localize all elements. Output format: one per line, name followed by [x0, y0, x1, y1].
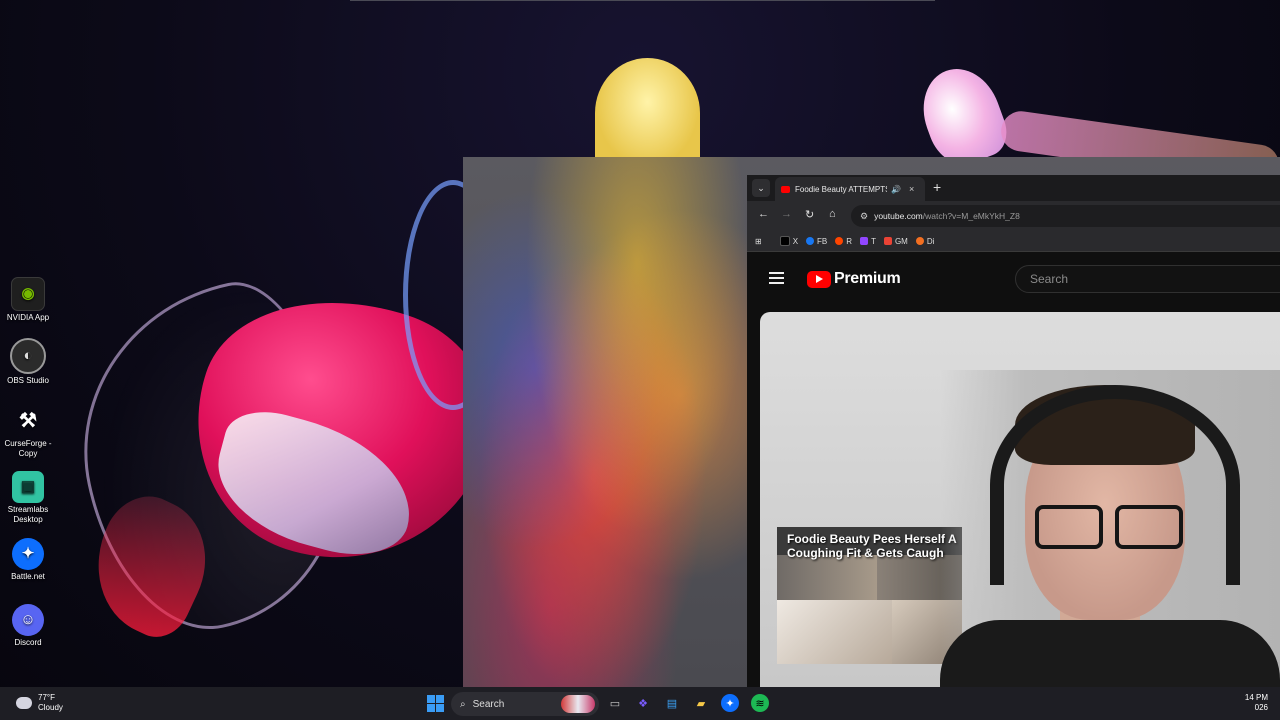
webcam-overlay: [940, 370, 1280, 720]
video-thumbnail[interactable]: Foodie Beauty Pees Herself A Coughing Fi…: [777, 527, 962, 664]
desktop-icon-label: Battle.net: [11, 572, 45, 581]
nvidia-icon: ◉: [11, 277, 45, 311]
blurred-window-glow: [463, 157, 753, 687]
tab-title: Foodie Beauty ATTEMPTS: [795, 184, 887, 194]
twitch-icon: [860, 237, 869, 245]
home-icon[interactable]: ⌂: [829, 208, 836, 220]
bookmark-facebook[interactable]: FB: [806, 237, 827, 246]
chevron-down-icon: ⌄: [757, 182, 765, 193]
thumbnail-title-line: Coughing Fit & Gets Caugh: [787, 546, 944, 560]
discord-icon: ☺: [12, 604, 44, 636]
search-icon: ⌕: [460, 698, 466, 710]
bookmark-label: X: [792, 236, 799, 246]
obs-icon: ◐: [10, 338, 46, 374]
youtube-header: Premium Search: [747, 252, 1280, 302]
youtube-favicon-icon: [781, 185, 790, 193]
desktop-icon-label: OBS Studio: [7, 376, 49, 385]
weather-condition: Cloudy: [38, 703, 63, 712]
back-arrow-icon[interactable]: ←: [758, 208, 769, 220]
spotify-icon[interactable]: ≋: [751, 694, 769, 712]
desktop-icon-label: CurseForge - Copy: [4, 439, 52, 458]
taskbar-search[interactable]: ⌕ Search: [451, 692, 599, 716]
site-settings-icon[interactable]: ⚙: [860, 211, 868, 222]
tab-strip: ⌄ Foodie Beauty ATTEMPTS 🔊 × +: [747, 175, 1280, 201]
tab-search-button[interactable]: ⌄: [752, 179, 770, 197]
youtube-premium-logo[interactable]: Premium: [807, 270, 901, 288]
gmail-icon: [883, 237, 892, 245]
desktop-icon-battlenet[interactable]: ✦ Battle.net: [2, 538, 54, 582]
bookmark-twitch[interactable]: T: [860, 237, 876, 246]
taskbar: 77°F Cloudy ⌕ Search ▭ ❖ ▤ ▰ ✦ ≋ 14 PM 0…: [0, 687, 1280, 720]
wallpaper-yellow-petal: [595, 58, 700, 168]
desktop-icon-label: Streamlabs Desktop: [7, 505, 49, 524]
forward-arrow-icon[interactable]: →: [781, 208, 792, 220]
address-host: youtube.com: [874, 211, 923, 221]
start-button[interactable]: [426, 694, 444, 712]
wallpaper-pink-petal: [911, 58, 1014, 173]
bookmark-label: GM: [894, 236, 908, 246]
glasses-icon: [1035, 505, 1185, 549]
tab-youtube[interactable]: Foodie Beauty ATTEMPTS 🔊 ×: [775, 177, 925, 201]
di-favicon-icon: [915, 237, 924, 245]
apps-grid-icon[interactable]: ⊞: [755, 237, 762, 246]
desktop-icon-discord[interactable]: ☺ Discord: [2, 604, 54, 648]
bookmark-label: T: [871, 236, 876, 246]
desktop-icon-obs[interactable]: ◐ OBS Studio: [2, 338, 54, 386]
close-icon[interactable]: ×: [909, 184, 914, 194]
youtube-search-placeholder: Search: [1030, 272, 1069, 286]
thumbnail-title: Foodie Beauty Pees Herself A Coughing Fi…: [787, 532, 962, 560]
bookmarks-bar: ⊞ X FB R T GM Di: [747, 231, 1280, 252]
streamlabs-icon: ▣: [12, 471, 44, 503]
bookmark-di[interactable]: Di: [915, 236, 935, 246]
system-clock[interactable]: 14 PM 026: [1245, 693, 1268, 713]
bookmark-x[interactable]: X: [779, 236, 799, 246]
bookmark-label: FB: [817, 236, 828, 246]
thumbnail-title-line: Foodie Beauty Pees Herself A: [787, 532, 957, 546]
search-highlight-art: [561, 695, 595, 713]
store-icon[interactable]: ▤: [663, 694, 681, 712]
screen-edge-line: [350, 0, 935, 1]
youtube-search-input[interactable]: Search: [1015, 265, 1280, 293]
bookmark-reddit[interactable]: R: [835, 237, 852, 246]
desktop-icon-nvidia[interactable]: ◉ NVIDIA App: [2, 277, 54, 323]
x-logo-icon: [779, 236, 790, 246]
weather-widget[interactable]: 77°F Cloudy: [16, 693, 63, 713]
desktop-icon-curseforge[interactable]: ⚒ CurseForge - Copy: [2, 405, 54, 459]
address-url: youtube.com/watch?v=M_eMkYkH_Z8: [874, 211, 1020, 221]
desktop-icon-label: NVIDIA App: [6, 313, 50, 322]
bookmark-label: R: [846, 236, 853, 246]
reload-icon[interactable]: ↻: [805, 208, 814, 221]
facebook-icon: [806, 237, 815, 245]
reddit-icon: [835, 237, 844, 245]
battlenet-taskbar-icon[interactable]: ✦: [721, 694, 739, 712]
menu-icon[interactable]: [769, 272, 784, 287]
desktop-icon-label: Discord: [14, 638, 42, 647]
clock-time: 14 PM: [1244, 693, 1268, 702]
speaker-icon[interactable]: 🔊: [891, 185, 901, 194]
bookmark-label: Di: [926, 236, 935, 246]
taskbar-search-label: Search: [472, 698, 505, 710]
new-tab-button[interactable]: +: [933, 179, 941, 195]
clock-date: 026: [1254, 703, 1268, 712]
weather-temp: 77°F: [38, 693, 55, 702]
cloud-icon: [16, 697, 32, 709]
address-path: /watch?v=M_eMkYkH_Z8: [922, 211, 1020, 221]
browser-toolbar: ← → ↻ ⌂ ⚙ youtube.com/watch?v=M_eMkYkH_Z…: [747, 201, 1280, 231]
windows-logo-icon: [426, 694, 444, 712]
youtube-brand-text: Premium: [834, 270, 901, 287]
curseforge-icon: ⚒: [19, 410, 37, 432]
file-explorer-icon[interactable]: ▰: [692, 694, 710, 712]
desktop-icon-streamlabs[interactable]: ▣ Streamlabs Desktop: [2, 471, 54, 525]
headset-icon: [990, 385, 1240, 585]
task-view-icon[interactable]: ▭: [606, 694, 624, 712]
bookmark-gmail[interactable]: GM: [883, 236, 908, 246]
thumbnail-photo: [777, 555, 877, 600]
thumbnail-photo: [777, 600, 892, 664]
youtube-play-icon: [807, 270, 831, 288]
address-bar[interactable]: ⚙ youtube.com/watch?v=M_eMkYkH_Z8: [851, 205, 1280, 227]
battlenet-icon: ✦: [12, 538, 44, 570]
copilot-icon[interactable]: ❖: [634, 694, 652, 712]
